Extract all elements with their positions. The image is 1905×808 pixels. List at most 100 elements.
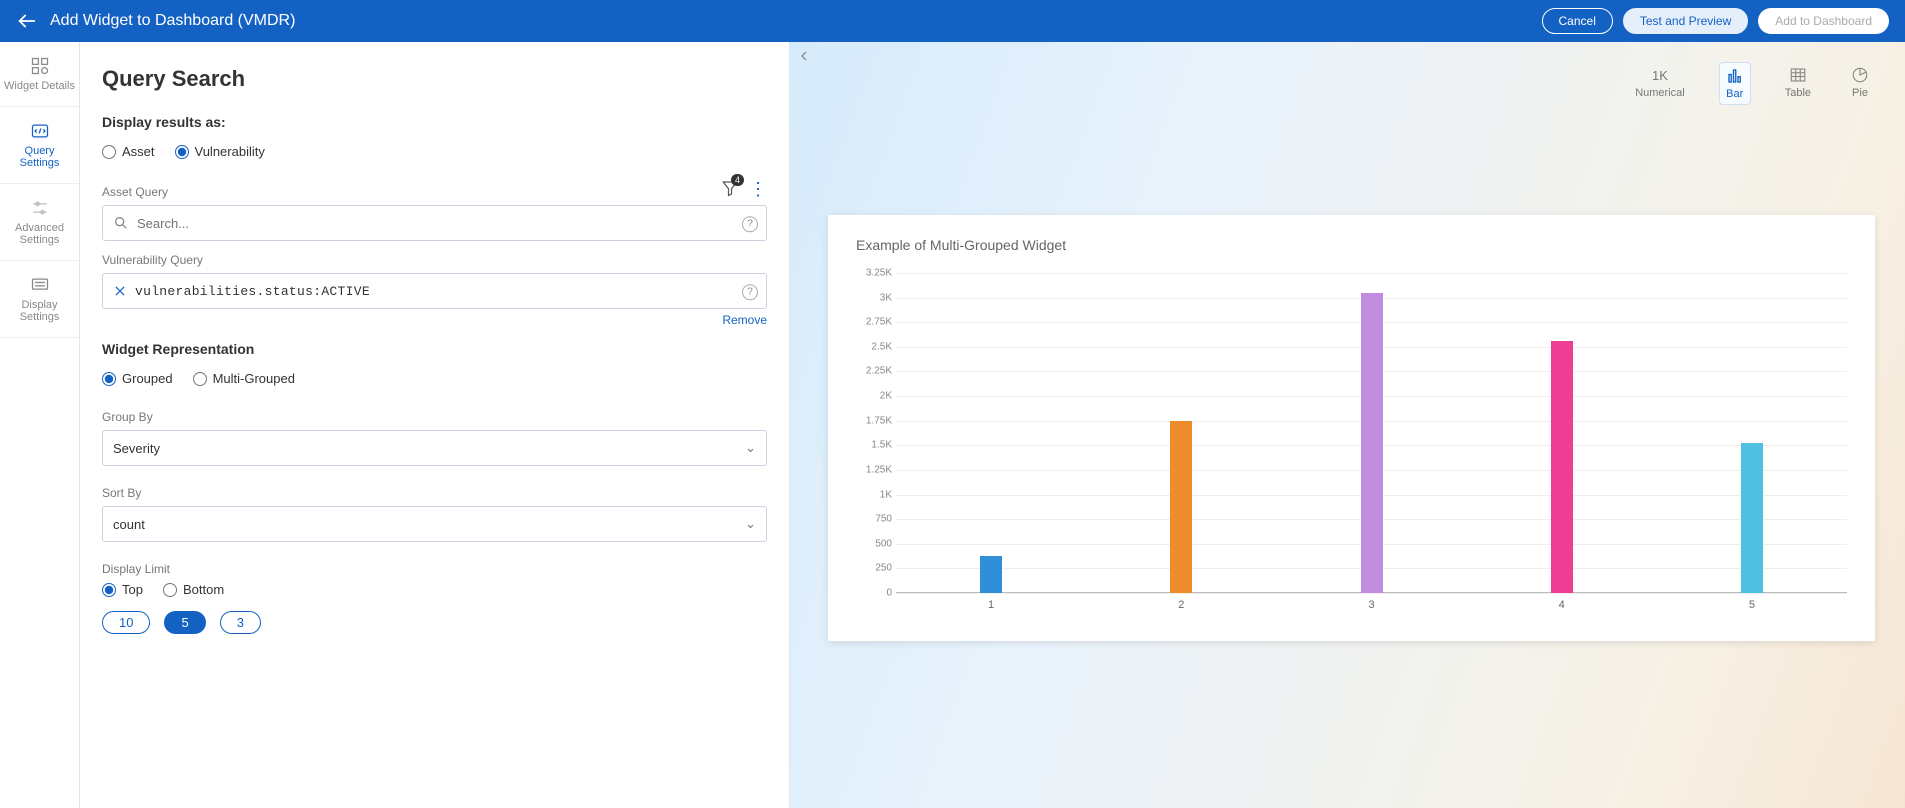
sort-by-select[interactable]: count ⌄ <box>102 506 767 542</box>
vuln-query-value: vulnerabilities.status:ACTIVE <box>135 284 370 299</box>
widget-type-bar[interactable]: Bar <box>1719 62 1751 105</box>
chart-ytick: 0 <box>886 588 892 599</box>
clear-icon[interactable] <box>113 284 127 298</box>
radio-vulnerability-input[interactable] <box>175 145 189 159</box>
chart-bar-slot: 3 <box>1276 273 1466 593</box>
radio-top-label: Top <box>122 582 143 597</box>
chart-bar-slot: 5 <box>1657 273 1847 593</box>
sidebar-item-label: Display Settings <box>4 299 75 323</box>
display-limit-label: Display Limit <box>102 562 767 576</box>
more-menu-icon[interactable]: ⋮ <box>749 179 767 200</box>
remove-link[interactable]: Remove <box>102 313 767 327</box>
radio-multi-grouped[interactable]: Multi-Grouped <box>193 371 295 386</box>
chart-bar-slot: 1 <box>896 273 1086 593</box>
vuln-query-label: Vulnerability Query <box>102 253 767 267</box>
chart-ytick: 2.25K <box>866 366 892 377</box>
chart-yaxis: 02505007501K1.25K1.5K1.75K2K2.25K2.5K2.7… <box>856 273 896 593</box>
group-by-label: Group By <box>102 410 767 424</box>
widget-type-table[interactable]: Table <box>1779 62 1817 105</box>
display-limit-radios: Top Bottom <box>102 582 767 597</box>
display-limit-pills: 10 5 3 <box>102 611 767 634</box>
numerical-icon: 1K <box>1652 66 1668 84</box>
pie-chart-icon <box>1851 66 1869 84</box>
radio-grouped-input[interactable] <box>102 372 116 386</box>
chart-ytick: 750 <box>875 514 892 525</box>
help-icon[interactable]: ? <box>742 214 758 232</box>
add-to-dashboard-button[interactable]: Add to Dashboard <box>1758 8 1889 34</box>
sort-by-label: Sort By <box>102 486 767 500</box>
chart-bar <box>1170 421 1192 593</box>
chart-xlabel: 4 <box>1467 599 1657 611</box>
radio-asset-input[interactable] <box>102 145 116 159</box>
asset-query-input-box[interactable]: ? <box>102 205 767 241</box>
chart-ytick: 500 <box>875 538 892 549</box>
widget-type-label: Bar <box>1726 88 1743 100</box>
sort-by-value: count <box>113 517 145 532</box>
group-by-select[interactable]: Severity ⌄ <box>102 430 767 466</box>
pill-5[interactable]: 5 <box>164 611 205 634</box>
chart-xlabel: 5 <box>1657 599 1847 611</box>
radio-bottom[interactable]: Bottom <box>163 582 224 597</box>
chart-ytick: 250 <box>875 563 892 574</box>
chevron-down-icon: ⌄ <box>745 440 756 456</box>
group-by-value: Severity <box>113 441 160 456</box>
sidebar-item-label: Query Settings <box>4 145 75 169</box>
chart-card: Example of Multi-Grouped Widget 0 250 500 7… <box>828 215 1875 641</box>
radio-vulnerability[interactable]: Vulnerability <box>175 144 265 159</box>
filter-icon[interactable]: 4 <box>721 179 739 200</box>
widget-type-pie[interactable]: Pie <box>1845 62 1875 105</box>
radio-grouped-label: Grouped <box>122 371 173 386</box>
collapse-panel-icon[interactable] <box>796 48 816 68</box>
table-icon <box>1789 66 1807 84</box>
chevron-down-icon: ⌄ <box>745 516 756 532</box>
radio-top-input[interactable] <box>102 583 116 597</box>
vuln-query-input-box[interactable]: vulnerabilities.status:ACTIVE ? <box>102 273 767 309</box>
chart-ytick: 2K <box>880 391 892 402</box>
chart-title: Example of Multi-Grouped Widget <box>856 237 1847 253</box>
test-preview-button[interactable]: Test and Preview <box>1623 8 1748 34</box>
radio-vulnerability-label: Vulnerability <box>195 144 265 159</box>
search-icon <box>113 215 129 231</box>
chart-bar <box>1551 341 1573 593</box>
radio-grouped[interactable]: Grouped <box>102 371 173 386</box>
back-arrow-icon[interactable] <box>16 10 38 32</box>
pill-10[interactable]: 10 <box>102 611 150 634</box>
widget-type-numerical[interactable]: 1K Numerical <box>1629 62 1691 105</box>
sidebar-item-label: Advanced Settings <box>4 222 75 246</box>
widget-type-label: Numerical <box>1635 87 1685 99</box>
widget-representation-label: Widget Representation <box>102 341 767 357</box>
sidebar-item-query-settings[interactable]: Query Settings <box>0 107 79 184</box>
asset-query-label: Asset Query <box>102 185 168 199</box>
chart-xlabel: 2 <box>1086 599 1276 611</box>
display-results-radios: Asset Vulnerability <box>102 144 767 159</box>
sidebar: Widget Details Query Settings Advanced S… <box>0 42 80 808</box>
cancel-button[interactable]: Cancel <box>1542 8 1613 34</box>
radio-bottom-input[interactable] <box>163 583 177 597</box>
page-title: Query Search <box>102 66 767 92</box>
chart-bar-slot: 4 <box>1467 273 1657 593</box>
sidebar-item-widget-details[interactable]: Widget Details <box>0 42 79 107</box>
sidebar-item-advanced-settings[interactable]: Advanced Settings <box>0 184 79 261</box>
radio-asset[interactable]: Asset <box>102 144 155 159</box>
widget-representation-radios: Grouped Multi-Grouped <box>102 371 767 386</box>
code-icon <box>30 121 50 141</box>
asset-query-input[interactable] <box>137 216 730 231</box>
chart-area: 02505007501K1.25K1.5K1.75K2K2.25K2.5K2.7… <box>896 273 1847 613</box>
help-icon[interactable]: ? <box>742 282 758 300</box>
pill-3[interactable]: 3 <box>220 611 261 634</box>
chart-ytick: 1K <box>880 489 892 500</box>
chart-ytick: 2.5K <box>871 341 892 352</box>
radio-multi-grouped-label: Multi-Grouped <box>213 371 295 386</box>
chart-ytick: 2.75K <box>866 317 892 328</box>
asset-query-actions: 4 ⋮ <box>721 179 767 200</box>
filter-badge: 4 <box>731 174 744 186</box>
widget-type-tabs: 1K Numerical Bar Table Pie <box>790 54 1905 105</box>
chart-bar <box>1741 443 1763 593</box>
page-header-title: Add Widget to Dashboard (VMDR) <box>50 12 1542 30</box>
display-icon <box>30 275 50 295</box>
widget-type-label: Table <box>1785 87 1811 99</box>
chart-xlabel: 1 <box>896 599 1086 611</box>
radio-top[interactable]: Top <box>102 582 143 597</box>
sidebar-item-display-settings[interactable]: Display Settings <box>0 261 79 338</box>
radio-multi-grouped-input[interactable] <box>193 372 207 386</box>
